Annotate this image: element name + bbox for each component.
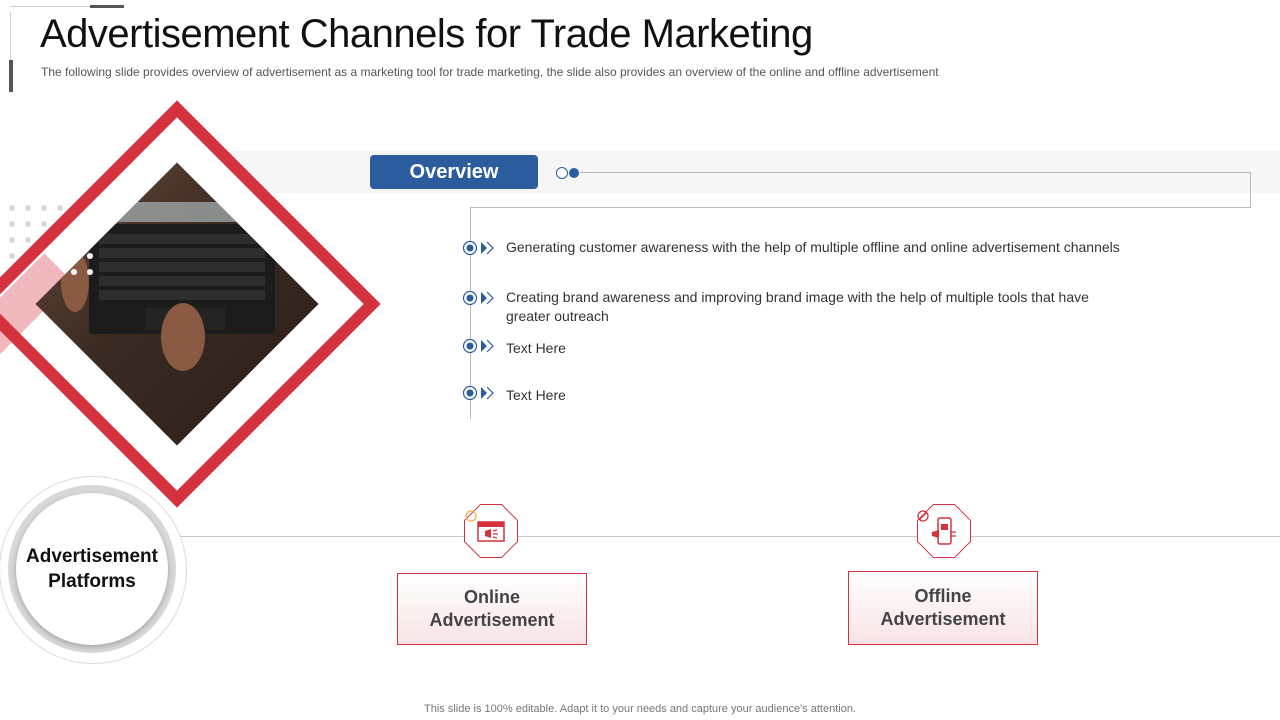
online-label-line1: Online	[463, 587, 520, 607]
bullet-marker-icon	[462, 290, 494, 306]
footer-note: This slide is 100% editable. Adapt it to…	[424, 703, 856, 715]
offline-label-line2: Advertisement	[880, 609, 1006, 629]
page-title: Advertisement Channels for Trade Marketi…	[40, 12, 813, 56]
header-rule	[10, 6, 90, 7]
bullet-text: Text Here	[506, 340, 566, 356]
platform-connector-line	[180, 536, 1280, 537]
advertisement-platforms-hub: Advertisement Platforms	[16, 493, 168, 645]
offline-advertisement-card[interactable]: Offline Advertisement	[848, 571, 1038, 645]
online-label-line2: Advertisement	[429, 610, 555, 630]
white-dot-decoration	[71, 253, 93, 275]
offline-label-line1: Offline	[914, 586, 972, 606]
bullet-text: Text Here	[506, 387, 566, 403]
bullet-text-continued: greater outreach	[506, 308, 609, 324]
offline-accent-ring	[917, 510, 929, 522]
header-side-rule	[10, 12, 11, 60]
connector-line	[470, 207, 1251, 208]
bullet-text: Creating brand awareness and improving b…	[506, 289, 1089, 305]
bullet-marker-icon	[462, 240, 494, 256]
bullet-marker-icon	[462, 385, 494, 401]
bullet-marker-icon	[462, 338, 494, 354]
online-advertisement-card[interactable]: Online Advertisement	[397, 573, 587, 645]
overview-tab[interactable]: Overview	[370, 155, 538, 189]
page-subtitle: The following slide provides overview of…	[41, 65, 939, 79]
connector-ring	[556, 167, 568, 179]
header-side-accent	[9, 60, 13, 92]
online-ad-icon	[477, 521, 505, 542]
connector-dot	[569, 168, 579, 178]
offline-ad-icon	[932, 517, 956, 545]
online-accent-ring	[465, 510, 477, 522]
connector-line	[1250, 172, 1251, 207]
bullet-text: Generating customer awareness with the h…	[506, 239, 1120, 255]
hub-label-line1: Advertisement	[26, 546, 158, 567]
connector-line	[580, 172, 1250, 173]
hub-label-line2: Platforms	[48, 571, 136, 592]
